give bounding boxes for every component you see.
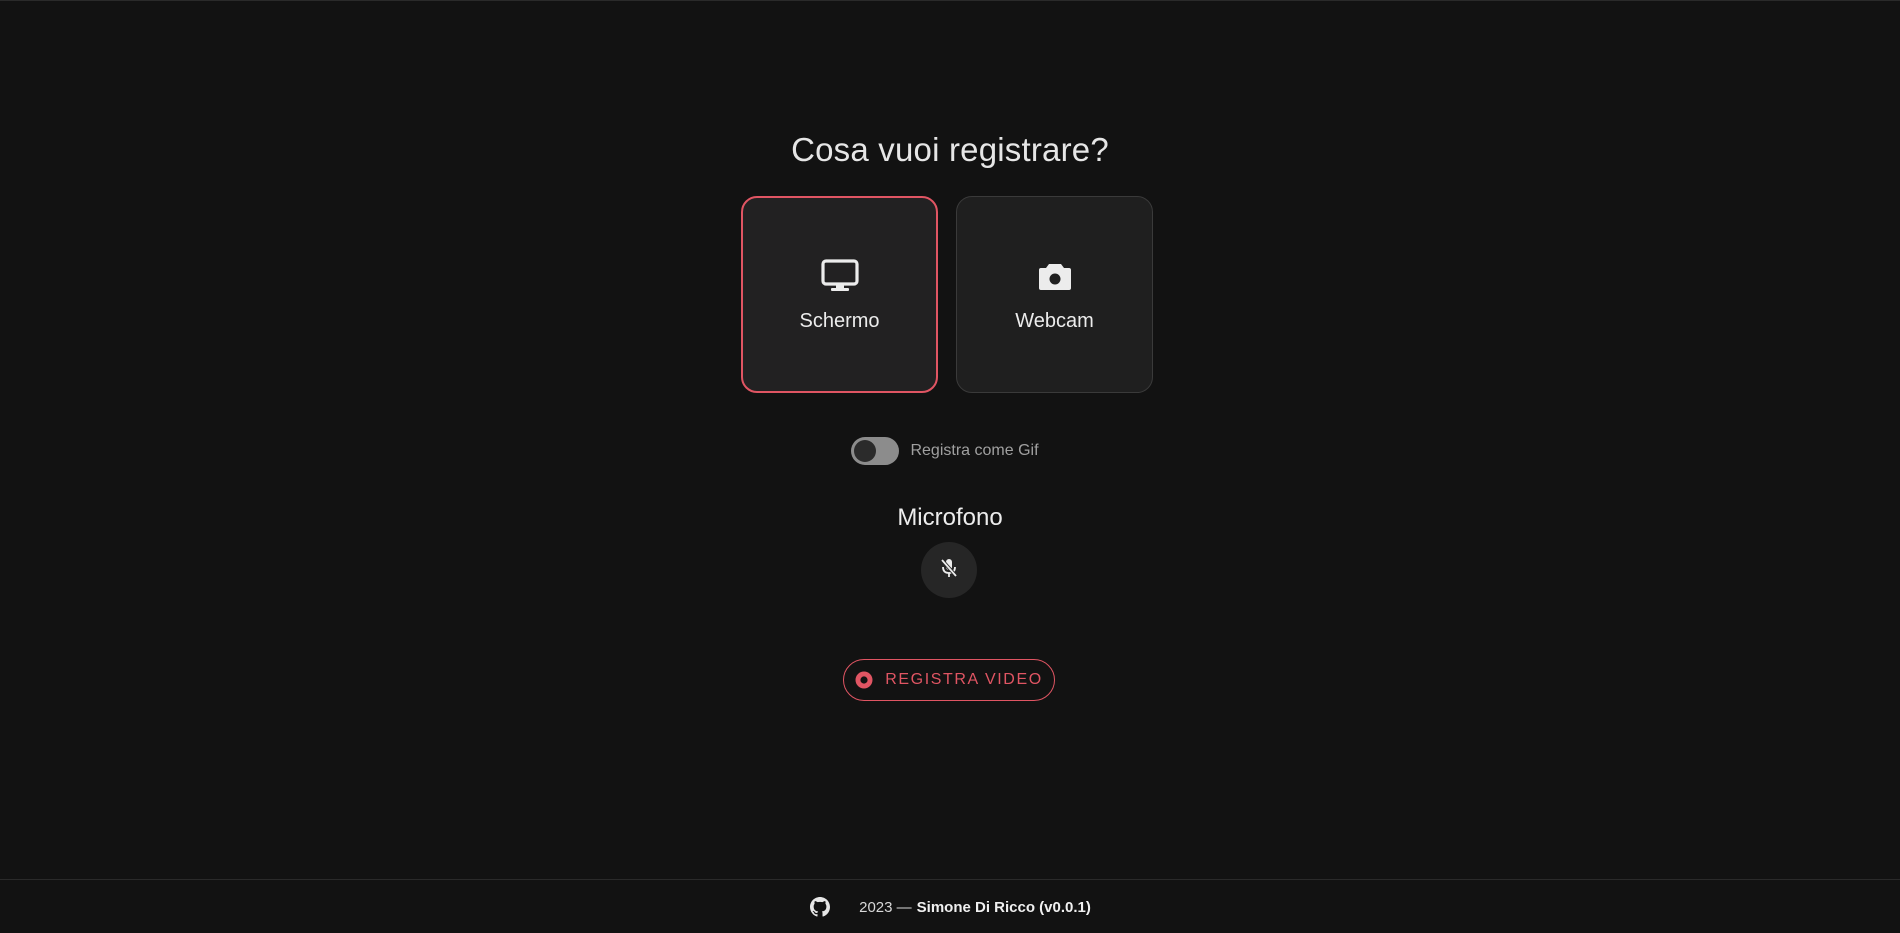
- github-icon[interactable]: [809, 896, 831, 918]
- gif-toggle-switch[interactable]: [851, 437, 900, 465]
- footer-year: 2023 —: [859, 898, 912, 916]
- footer-author: Simone Di Ricco (v0.0.1): [916, 898, 1091, 916]
- choice-screen-label: Schermo: [799, 310, 880, 332]
- choice-webcam-label: Webcam: [1015, 310, 1094, 332]
- app-page: Cosa vuoi registrare? Schermo Webcam Reg…: [0, 0, 1900, 933]
- record-icon: [855, 671, 873, 689]
- mic-off-icon: [940, 558, 958, 583]
- microphone-title: Microfono: [897, 504, 1003, 531]
- gif-toggle-label: Registra come Gif: [910, 442, 1039, 459]
- choice-webcam-button[interactable]: Webcam: [956, 196, 1153, 393]
- camera-icon: [1035, 256, 1075, 296]
- footer: 2023 — Simone Di Ricco (v0.0.1): [0, 879, 1900, 933]
- main-content: Cosa vuoi registrare? Schermo Webcam Reg…: [0, 1, 1900, 879]
- choice-screen-button[interactable]: Schermo: [741, 196, 938, 393]
- record-video-button[interactable]: REGISTRA VIDEO: [843, 659, 1055, 701]
- record-video-label: REGISTRA VIDEO: [885, 671, 1043, 688]
- microphone-toggle-button[interactable]: [921, 542, 977, 598]
- toggle-knob: [854, 440, 877, 462]
- gif-toggle-row: Registra come Gif: [0, 437, 1900, 465]
- monitor-icon: [820, 256, 860, 296]
- page-title: Cosa vuoi registrare?: [791, 131, 1109, 168]
- source-choices: Schermo Webcam: [741, 196, 1153, 393]
